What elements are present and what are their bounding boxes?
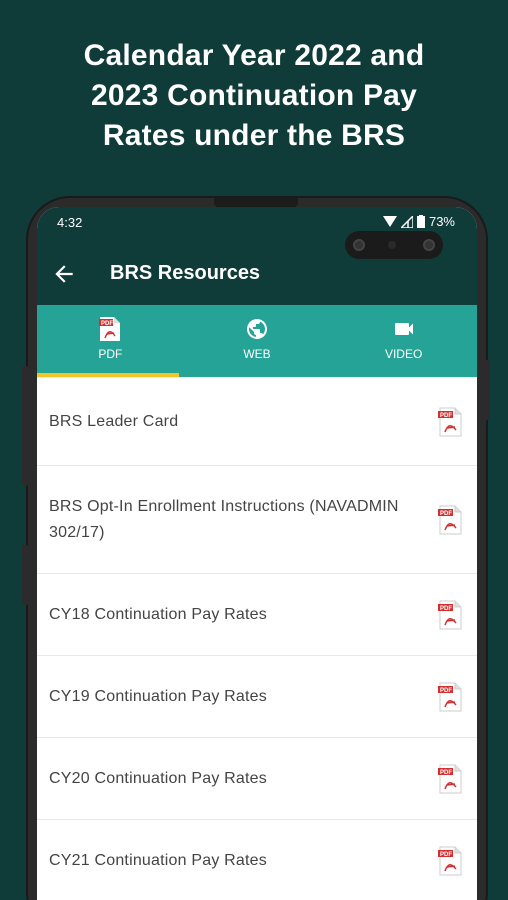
list-item-label: CY18 Continuation Pay Rates [49,605,267,623]
svg-text:PDF: PDF [440,770,452,776]
tab-label-web: WEB [243,347,271,361]
list-item[interactable]: BRS Opt-In Enrollment Instructions (NAVA… [37,466,477,574]
phone-side-button-right [484,360,490,420]
status-icons: 73% [382,214,455,229]
globe-icon [245,317,269,341]
wifi-icon [382,215,397,227]
pdf-icon: PDF [99,317,121,341]
tab-bar: PDF PDF WEB VIDEO [37,305,477,377]
list-item[interactable]: CY18 Continuation Pay Rates PDF [37,574,477,656]
pdf-file-icon[interactable]: PDF [437,600,463,630]
battery-icon [416,215,425,228]
list-item[interactable]: CY21 Continuation Pay Rates PDF [37,820,477,900]
headline-line-1: Calendar Year 2022 and [83,39,425,72]
pdf-file-icon[interactable]: PDF [437,846,463,876]
svg-text:PDF: PDF [101,321,113,327]
list-item[interactable]: BRS Leader Card PDF [37,377,477,466]
tab-label-pdf: PDF [98,347,123,361]
video-camera-icon [392,317,416,341]
svg-text:PDF: PDF [440,606,452,612]
signal-icon [400,215,413,228]
tab-label-video: VIDEO [384,347,423,361]
svg-text:PDF: PDF [440,852,452,858]
list-item[interactable]: CY19 Continuation Pay Rates PDF [37,656,477,738]
phone-side-button-left-lower [22,545,28,605]
headline-line-2: 2023 Continuation Pay [91,79,417,112]
pdf-file-icon[interactable]: PDF [437,682,463,712]
tab-video[interactable]: VIDEO [330,305,477,377]
list-item-label: CY19 Continuation Pay Rates [49,687,267,705]
tab-pdf[interactable]: PDF PDF [37,305,184,377]
arrow-back-icon[interactable] [51,261,77,287]
phone-side-button-left [22,366,28,486]
battery-percent: 73% [428,214,455,229]
list-item-label: BRS Opt-In Enrollment Instructions (NAVA… [49,497,399,541]
list-item[interactable]: CY20 Continuation Pay Rates PDF [37,738,477,820]
svg-text:PDF: PDF [440,413,452,419]
phone-screen: 4:32 73% BRS Resources PDF PDF WEB VIDEO… [37,207,477,900]
list-item-label: CY20 Continuation Pay Rates [49,769,267,787]
svg-text:PDF: PDF [440,511,452,517]
resource-list: BRS Leader Card PDF BRS Opt-In Enrollmen… [37,377,477,900]
headline-line-3: Rates under the BRS [102,119,406,152]
list-item-label: BRS Leader Card [49,412,179,430]
status-time: 4:32 [57,215,83,230]
front-camera [345,231,443,259]
pdf-file-icon[interactable]: PDF [437,505,463,535]
promo-headline: Calendar Year 2022 and 2023 Continuation… [0,36,508,156]
pdf-file-icon[interactable]: PDF [437,764,463,794]
pdf-file-icon[interactable]: PDF [437,407,463,437]
tab-web[interactable]: WEB [184,305,331,377]
svg-text:PDF: PDF [440,688,452,694]
list-item-label: CY21 Continuation Pay Rates [49,851,267,869]
page-title: BRS Resources [110,262,261,284]
